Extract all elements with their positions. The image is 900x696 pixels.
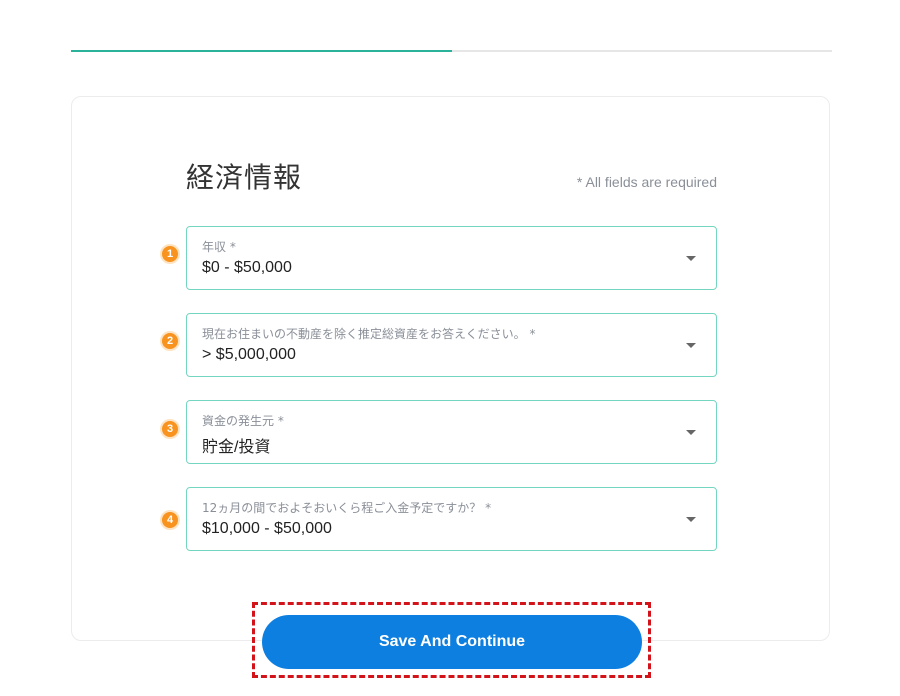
expected-deposit-select[interactable]: 12ヵ月の間でおよそおいくら程ご入金予定ですか？ * $10,000 - $50… xyxy=(186,487,717,551)
step-badge-4: 4 xyxy=(160,510,180,530)
expected-deposit-value: $10,000 - $50,000 xyxy=(202,520,332,537)
form-title: 経済情報 xyxy=(186,161,303,194)
source-of-funds-label: 資金の発生元 * xyxy=(202,414,284,428)
required-fields-note: * All fields are required xyxy=(576,174,717,190)
expected-deposit-label: 12ヵ月の間でおよそおいくら程ご入金予定ですか？ * xyxy=(202,501,492,515)
total-assets-select[interactable]: 現在お住まいの不動産を除く推定総資産をお答えください。 * > $5,000,0… xyxy=(186,313,717,377)
step-badge-1: 1 xyxy=(160,244,180,264)
chevron-down-icon xyxy=(686,256,696,261)
chevron-down-icon xyxy=(686,517,696,522)
chevron-down-icon xyxy=(686,343,696,348)
annual-income-value: $0 - $50,000 xyxy=(202,259,292,276)
total-assets-value: > $5,000,000 xyxy=(202,346,296,363)
source-of-funds-select[interactable]: 資金の発生元 * 貯金/投資 xyxy=(186,400,717,464)
source-of-funds-value: 貯金/投資 xyxy=(202,439,271,456)
progress-bar-fill xyxy=(71,50,452,52)
step-badge-2: 2 xyxy=(160,331,180,351)
step-badge-3: 3 xyxy=(160,419,180,439)
annual-income-label: 年収 * xyxy=(202,240,236,254)
chevron-down-icon xyxy=(686,430,696,435)
progress-bar xyxy=(71,50,832,52)
save-and-continue-button[interactable]: Save And Continue xyxy=(262,615,642,669)
annual-income-select[interactable]: 年収 * $0 - $50,000 xyxy=(186,226,717,290)
total-assets-label: 現在お住まいの不動産を除く推定総資産をお答えください。 * xyxy=(202,327,536,341)
